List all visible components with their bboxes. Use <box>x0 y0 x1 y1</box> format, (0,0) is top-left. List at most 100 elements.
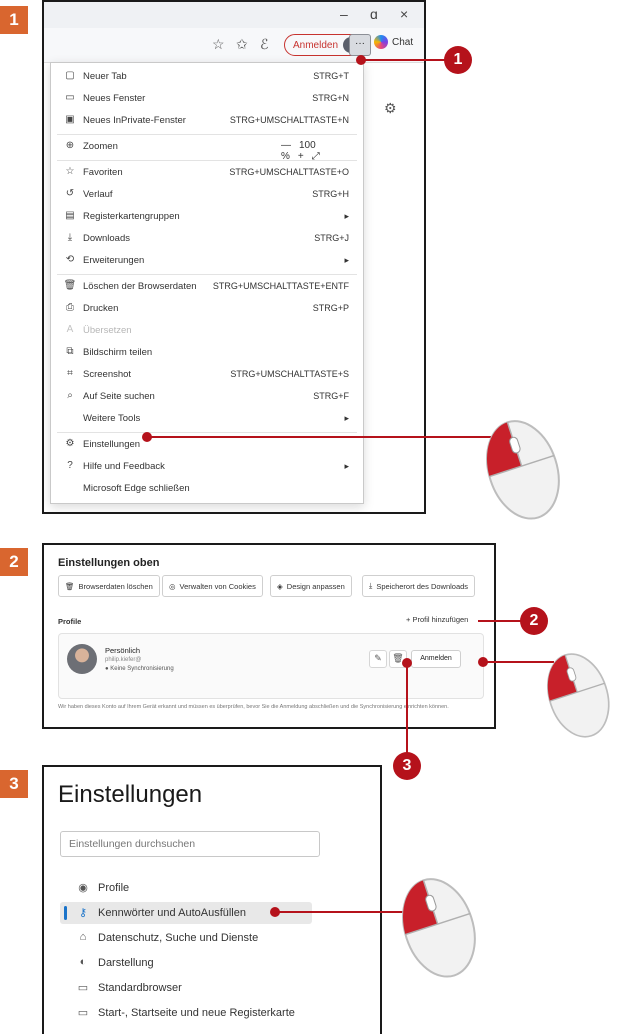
settings-and-more-button[interactable]: ··· <box>349 34 371 56</box>
gear-icon: ⚙ <box>65 438 75 449</box>
extensions-icon: ⟲ <box>65 254 75 265</box>
clear-browsing-data-label: Browserdaten löschen <box>78 581 153 591</box>
menu-shortcut: STRG+P <box>312 303 349 313</box>
nav-item-default-browser[interactable]: ▭ Standardbrowser <box>60 977 312 999</box>
history-icon: ↺ <box>65 188 75 199</box>
manage-cookies-button[interactable]: ◎ Verwalten von Cookies <box>162 575 263 597</box>
menu-item-more-tools[interactable]: Weitere Tools ▸ <box>51 409 363 429</box>
menu-item-find-on-page[interactable]: ⌕ Auf Seite suchen STRG+F <box>51 387 363 407</box>
menu-item-help-and-feedback[interactable]: ? Hilfe und Feedback ▸ <box>51 457 363 477</box>
edit-profile-button[interactable]: ✎ <box>369 650 387 668</box>
inprivate-icon: ▣ <box>65 114 75 125</box>
menu-divider <box>57 134 357 135</box>
menu-item-extensions[interactable]: ⟲ Erweiterungen ▸ <box>51 251 363 271</box>
minimize-button[interactable]: – <box>340 6 348 22</box>
profile-card: Persönlich philip.kiefer@ ● Keine Synchr… <box>58 633 484 699</box>
menu-shortcut: STRG+UMSCHALTTASTE+O <box>229 167 349 177</box>
callout-3-dot <box>402 658 412 668</box>
menu-item-settings[interactable]: ⚙ Einstellungen <box>51 435 363 455</box>
callout-2: 2 <box>520 607 548 635</box>
menu-item-zoom[interactable]: ⊕ Zoomen —100 % + ⤢ <box>51 137 363 162</box>
trash-icon: 🗑 <box>63 280 77 291</box>
nav-label: Profile <box>98 882 130 894</box>
extensions-icon[interactable]: ℰ <box>260 36 268 53</box>
menu-item-new-tab[interactable]: ▢ Neuer Tab STRG+T <box>51 67 363 87</box>
menu-item-tab-groups[interactable]: ▤ Registerkartengruppen ▸ <box>51 207 363 227</box>
menu-shortcut: STRG+UMSCHALTTASTE+S <box>230 369 349 379</box>
nav-item-start-page[interactable]: ▭ Start-, Startseite und neue Registerka… <box>60 1002 312 1024</box>
key-icon: ⚷ <box>78 907 88 919</box>
mouse-illustration-2 <box>547 653 610 738</box>
maximize-button[interactable]: ɑ <box>370 6 378 22</box>
search-icon: ⌕ <box>67 390 73 401</box>
download-location-button[interactable]: ⤓ Speicherort des Downloads <box>362 575 476 597</box>
menu-item-history[interactable]: ↺ Verlauf STRG+H <box>51 185 363 205</box>
zoom-controls: —100 % + ⤢ <box>281 140 363 162</box>
favorites-icon[interactable]: ✩ <box>236 36 248 53</box>
customize-theme-button[interactable]: ◈ Design anpassen <box>270 575 352 597</box>
menu-item-label: Weitere Tools <box>83 413 141 424</box>
profile-icon: ◉ <box>78 882 88 894</box>
menu-item-screenshot[interactable]: ⌗ Screenshot STRG+UMSCHALTTASTE+S <box>51 365 363 385</box>
menu-item-label: Downloads <box>83 233 130 244</box>
tab-groups-icon: ▤ <box>65 210 75 221</box>
menu-item-translate: A Übersetzen <box>51 321 363 341</box>
add-profile-button[interactable]: + Profil hinzufügen <box>406 615 468 624</box>
settings-search-input[interactable]: Einstellungen durchsuchen <box>60 831 320 857</box>
clear-browsing-data-button[interactable]: 🗑 Browserdaten löschen <box>58 575 160 597</box>
profile-signin-button[interactable]: Anmelden <box>411 650 461 668</box>
zoom-out-button[interactable]: — <box>281 140 291 151</box>
chevron-right-icon: ▸ <box>344 461 349 471</box>
zoom-icon: ⊕ <box>65 140 75 151</box>
menu-item-label: Bildschirm teilen <box>83 347 153 358</box>
settings-leader <box>148 436 498 438</box>
menu-item-share-screen[interactable]: ⧉ Bildschirm teilen <box>51 343 363 363</box>
trash-icon: 🗑 <box>65 581 75 591</box>
mouse-illustration-3 <box>402 878 476 978</box>
download-location-label: Speicherort des Downloads <box>376 581 469 591</box>
screenshot-icon: ⌗ <box>67 368 73 379</box>
page-title: Einstellungen <box>58 781 203 808</box>
gear-icon[interactable]: ⚙ <box>384 100 397 117</box>
favorite-star-icon[interactable]: ☆ <box>212 36 225 53</box>
menu-item-new-window[interactable]: ▭ Neues Fenster STRG+N <box>51 89 363 109</box>
nav-label: Datenschutz, Suche und Dienste <box>98 932 259 944</box>
menu-item-label: Löschen der Browserdaten <box>83 281 197 292</box>
menu-item-label: Zoomen <box>83 141 118 152</box>
menu-divider <box>57 274 357 275</box>
theme-icon: ◈ <box>277 581 283 591</box>
menu-item-favorites[interactable]: ☆ Favoriten STRG+UMSCHALTTASTE+O <box>51 163 363 183</box>
tab-icon: ▢ <box>65 70 75 81</box>
menu-item-print[interactable]: ⎙ Drucken STRG+P <box>51 299 363 319</box>
chevron-right-icon: ▸ <box>344 211 349 221</box>
signin-label: Anmelden <box>293 39 339 51</box>
pencil-icon: ✎ <box>374 653 382 663</box>
browser-toolbar: ☆ ✩ ℰ Anmelden ··· Chat <box>44 28 424 63</box>
copilot-button[interactable]: Chat <box>374 35 413 49</box>
menu-item-new-inprivate-window[interactable]: ▣ Neues InPrivate-Fenster STRG+UMSCHALTTAS… <box>51 111 363 131</box>
menu-divider <box>57 160 357 161</box>
menu-shortcut: STRG+J <box>314 233 349 243</box>
menu-item-downloads[interactable]: ⤓ Downloads STRG+J <box>51 229 363 249</box>
menu-item-label: Übersetzen <box>83 325 132 336</box>
menu-shortcut: STRG+H <box>312 189 349 199</box>
menu-item-label: Erweiterungen <box>83 255 145 266</box>
close-button[interactable]: × <box>400 6 408 22</box>
chevron-right-icon: ▸ <box>344 255 349 265</box>
menu-item-close-edge[interactable]: Microsoft Edge schließen <box>51 479 363 499</box>
menu-item-label: Drucken <box>83 303 119 314</box>
palette-icon: ◐ <box>79 956 87 968</box>
nav-label: Standardbrowser <box>98 982 182 994</box>
profile-email: philip.kiefer@ <box>105 657 142 663</box>
menu-item-clear-browsing-data[interactable]: 🗑 Löschen der Browserdaten STRG+UMSCHALTTA… <box>51 277 363 297</box>
step-badge-1: 1 <box>0 6 28 34</box>
menu-item-label: Favoriten <box>83 167 123 178</box>
menu-shortcut: STRG+F <box>313 391 349 401</box>
nav-item-profile[interactable]: ◉ Profile <box>60 877 312 899</box>
copilot-label: Chat <box>392 36 414 48</box>
signin-leader-dot <box>478 657 488 667</box>
copilot-icon <box>374 35 388 49</box>
nav-item-appearance[interactable]: ◐ Darstellung <box>60 952 312 974</box>
nav-item-privacy[interactable]: ⌂ Datenschutz, Suche und Dienste <box>60 927 312 949</box>
settings-leader-dot <box>142 432 152 442</box>
